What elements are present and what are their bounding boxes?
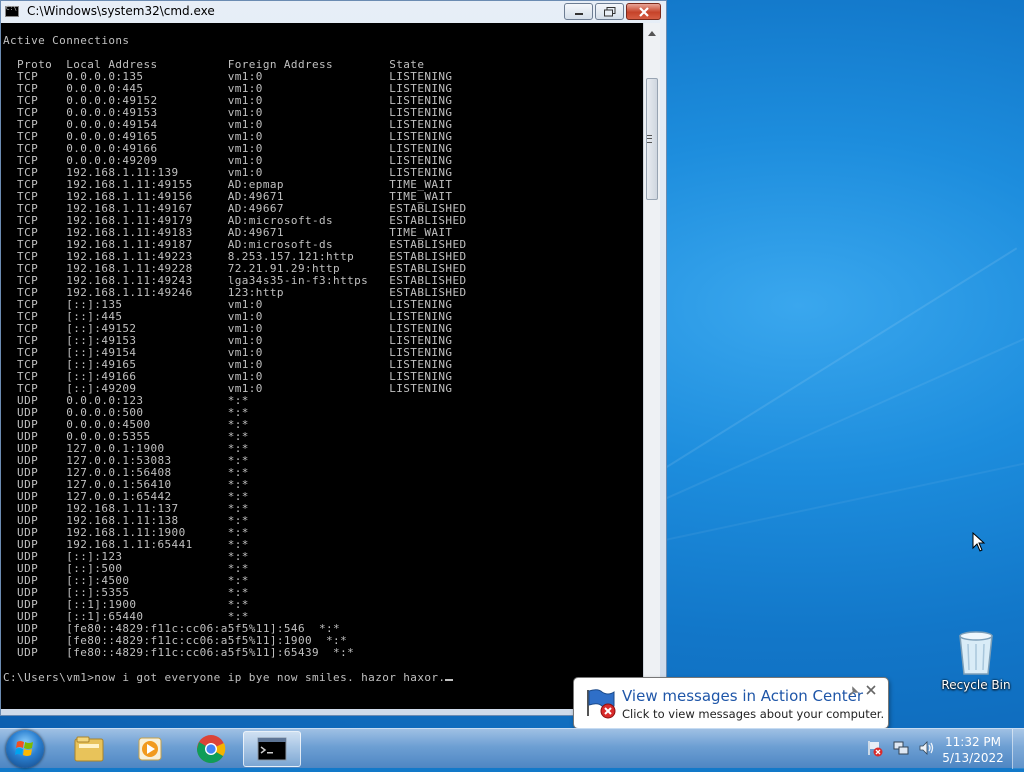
scroll-up-button[interactable]: [644, 25, 660, 41]
scrollbar-grip-icon: [647, 135, 652, 143]
minimize-button[interactable]: [564, 3, 593, 20]
recycle-bin-label: Recycle Bin: [941, 678, 1011, 692]
show-desktop-button[interactable]: [1012, 729, 1024, 769]
network-icon[interactable]: [892, 739, 910, 757]
action-center-notification[interactable]: View messages in Action Center Click to …: [573, 677, 889, 729]
console-heading: Active Connections: [3, 34, 130, 47]
clock-date: 5/13/2022: [942, 751, 1004, 765]
cmd-title-icon: [5, 5, 19, 17]
notification-title[interactable]: View messages in Action Center: [622, 687, 863, 705]
volume-icon[interactable]: [918, 739, 936, 757]
taskbar-explorer-button[interactable]: [60, 731, 118, 767]
title-bar[interactable]: C:\Windows\system32\cmd.exe: [1, 1, 666, 23]
taskbar: 11:32 PM 5/13/2022: [0, 728, 1024, 769]
close-icon: [866, 685, 876, 695]
action-center-flag-icon: [587, 689, 616, 719]
close-button[interactable]: [626, 3, 661, 20]
taskbar-cmd-button[interactable]: [243, 731, 301, 767]
taskbar-chrome-button[interactable]: [182, 731, 240, 767]
recycle-bin[interactable]: Recycle Bin: [940, 628, 1012, 692]
recycle-bin-icon: [959, 631, 993, 675]
start-button[interactable]: [6, 730, 44, 768]
cmd-window[interactable]: C:\Windows\system32\cmd.exe Active Conne…: [0, 0, 667, 716]
system-tray: [866, 739, 936, 757]
restore-button[interactable]: [595, 3, 624, 20]
close-icon: [638, 6, 649, 17]
command-prompt[interactable]: C:\Users\vm1>now i got everyone ip bye n…: [3, 671, 643, 684]
windows-logo-icon: [15, 741, 33, 756]
action-center-warning-icon[interactable]: [866, 739, 884, 757]
taskbar-media-player-button[interactable]: [121, 731, 179, 767]
pin-icon[interactable]: [848, 685, 860, 697]
wallpaper-ray: [660, 247, 1018, 472]
clock-time: 11:32 PM: [945, 735, 1001, 749]
windows-explorer-icon: [74, 736, 104, 762]
prompt-text: C:\Users\vm1>now i got everyone ip bye n…: [3, 671, 446, 684]
notification-body: Click to view messages about your comput…: [622, 707, 885, 721]
system-clock[interactable]: 11:32 PM 5/13/2022: [940, 734, 1006, 766]
restore-icon: [603, 6, 615, 16]
console-output[interactable]: Active Connections Proto Local Address F…: [1, 23, 643, 709]
minimize-icon: [574, 12, 583, 15]
wallpaper-ray: [660, 452, 1024, 542]
mouse-cursor-icon: [972, 532, 986, 552]
connections-table: Proto Local Address Foreign Address Stat…: [3, 58, 467, 659]
window-title: C:\Windows\system32\cmd.exe: [27, 4, 215, 18]
text-cursor: [445, 671, 454, 681]
cmd-icon: [257, 737, 287, 761]
chevron-up-icon: [648, 30, 656, 36]
media-player-icon: [138, 737, 162, 761]
notification-close-button[interactable]: [866, 683, 876, 699]
vertical-scrollbar[interactable]: [643, 23, 660, 709]
connection-row: UDP [fe80::4829:f11c:cc06:a5f5%11]:65439…: [17, 646, 355, 659]
chrome-icon: [197, 735, 226, 763]
